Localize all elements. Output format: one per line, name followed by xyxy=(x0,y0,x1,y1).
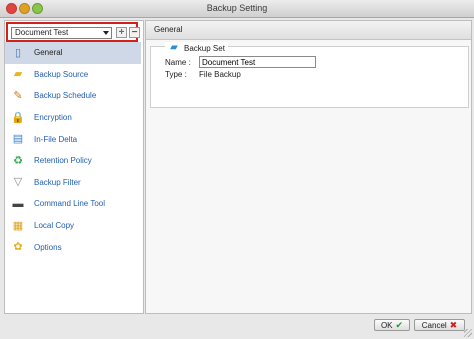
filter-icon: ▽ xyxy=(13,176,23,189)
terminal-icon: ▬ xyxy=(12,197,24,210)
cross-icon: ✖ xyxy=(449,319,458,330)
type-label: Type : xyxy=(165,70,187,79)
document-icon: ▤ xyxy=(12,133,24,146)
chevron-down-icon xyxy=(103,31,109,35)
cancel-button-label: Cancel xyxy=(421,320,447,330)
backup-set-dropdown[interactable]: Document Test xyxy=(11,27,112,39)
type-value: File Backup xyxy=(199,70,241,79)
options-icon: ✿ xyxy=(13,241,23,254)
general-panel: General ▰ Backup Set Name : Type : File … xyxy=(145,20,472,314)
sidebar-item-label: General xyxy=(34,48,63,58)
sidebar-item-label: Options xyxy=(34,242,62,252)
lock-icon: 🔒 xyxy=(11,111,25,124)
sidebar-item-label: Command Line Tool xyxy=(34,199,106,209)
sidebar-item-label: Encryption xyxy=(34,113,72,123)
general-icon: ▯ xyxy=(14,46,22,59)
group-title: ▰ Backup Set xyxy=(165,42,228,54)
window-title: Backup Setting xyxy=(206,3,268,13)
sidebar-item-label: Backup Schedule xyxy=(34,91,97,101)
remove-backup-set-button[interactable]: − xyxy=(129,27,140,38)
ok-button-label: OK xyxy=(380,320,393,330)
sidebar-item-backup-filter[interactable]: ▽ Backup Filter xyxy=(5,172,141,194)
dialog-button-bar: OK ✔ Cancel ✖ xyxy=(0,314,474,339)
ok-button[interactable]: OK ✔ xyxy=(374,319,410,331)
sidebar-item-backup-source[interactable]: ▰ Backup Source xyxy=(5,64,141,86)
sidebar-item-local-copy[interactable]: ▦ Local Copy xyxy=(5,215,141,237)
sidebar-item-label: Backup Filter xyxy=(34,177,81,187)
cancel-button[interactable]: Cancel ✖ xyxy=(414,319,465,331)
sidebar-item-retention-policy[interactable]: ♻ Retention Policy xyxy=(5,150,141,172)
sidebar-item-options[interactable]: ✿ Options xyxy=(5,236,141,258)
check-icon: ✔ xyxy=(395,319,404,330)
sidebar-item-general[interactable]: ▯ General xyxy=(5,42,141,64)
group-title-label: Backup Set xyxy=(184,43,225,53)
backup-set-selector-highlight: Document Test + − xyxy=(6,22,140,42)
sidebar-item-label: Retention Policy xyxy=(34,156,92,166)
settings-nav: ▯ General ▰ Backup Source ✎ Backup Schedule 🔒 E… xyxy=(5,42,141,258)
type-row: Type : File Backup xyxy=(165,70,241,79)
backup-set-group: ▰ Backup Set Name : Type : File Backup xyxy=(150,42,469,108)
panel-header: General xyxy=(146,21,471,40)
local-copy-icon: ▦ xyxy=(12,219,24,232)
name-row: Name : xyxy=(165,56,316,68)
sidebar-item-backup-schedule[interactable]: ✎ Backup Schedule xyxy=(5,85,141,107)
resize-grip-icon[interactable] xyxy=(464,329,472,337)
schedule-icon: ✎ xyxy=(13,89,23,102)
sidebar-item-label: In-File Delta xyxy=(34,134,78,144)
title-bar: Backup Setting xyxy=(0,0,474,18)
sidebar-item-encryption[interactable]: 🔒 Encryption xyxy=(5,107,141,129)
recycle-icon: ♻ xyxy=(13,154,23,167)
backup-set-dropdown-value: Document Test xyxy=(15,28,69,37)
name-label: Name : xyxy=(165,57,191,67)
backup-set-icon: ▰ xyxy=(170,42,178,53)
sidebar-item-label: Local Copy xyxy=(34,221,75,231)
folder-icon: ▰ xyxy=(13,68,23,81)
sidebar-item-command-line-tool[interactable]: ▬ Command Line Tool xyxy=(5,193,141,215)
sidebar-item-label: Backup Source xyxy=(34,69,89,79)
sidebar-item-in-file-delta[interactable]: ▤ In-File Delta xyxy=(5,128,141,150)
name-field[interactable] xyxy=(199,56,316,68)
add-backup-set-button[interactable]: + xyxy=(116,27,127,38)
